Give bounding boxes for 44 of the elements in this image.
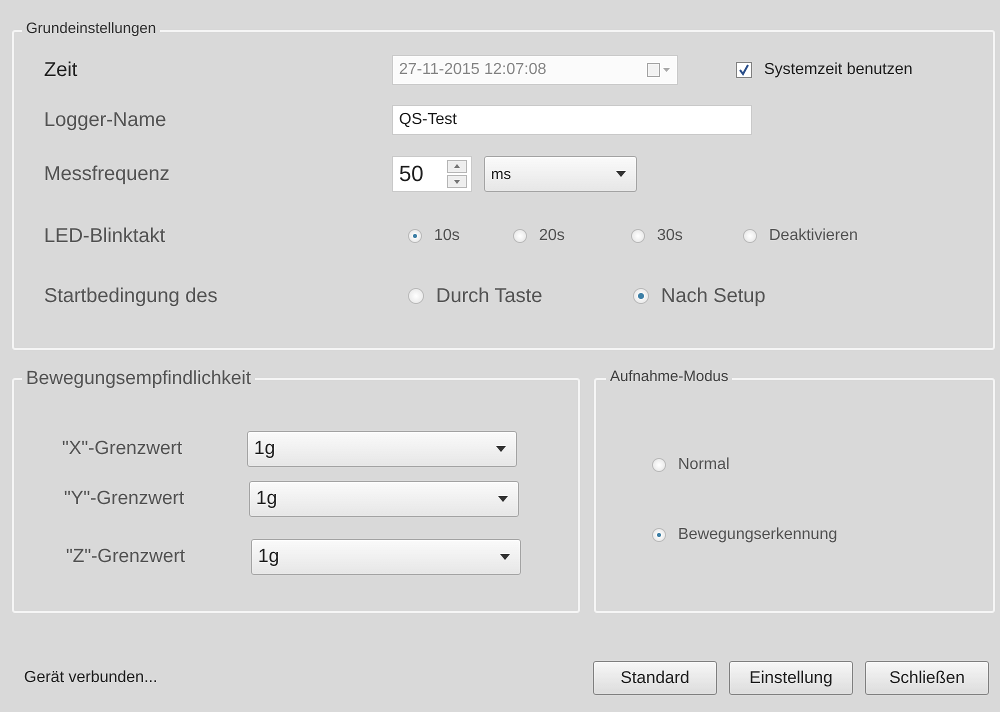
dialog-button[interactable]: Standard — [593, 661, 717, 695]
text-field[interactable]: QS-Test — [392, 105, 752, 135]
checkbox-label: Systemzeit benutzen — [764, 61, 913, 79]
radio-button[interactable] — [652, 458, 666, 472]
caret-icon — [500, 554, 510, 560]
radio-label: Bewegungserkennung — [678, 526, 838, 544]
group-title: Bewegungsempfindlichkeit — [22, 368, 255, 390]
dropdown[interactable]: 1g — [251, 539, 521, 575]
radio-button[interactable] — [743, 229, 757, 243]
caret-icon — [496, 446, 506, 452]
check-icon — [738, 64, 750, 76]
field-label: Zeit — [44, 58, 78, 82]
caret-icon — [498, 496, 508, 502]
calendar-icon — [647, 63, 671, 77]
field-label: "Y"-Grenzwert — [63, 488, 186, 510]
dropdown[interactable]: 1g — [247, 431, 517, 467]
status-text: Gerät verbunden... — [24, 669, 158, 687]
radio-label: Durch Taste — [436, 284, 542, 308]
radio-button[interactable] — [633, 288, 649, 304]
radio-label: Normal — [678, 456, 730, 474]
field-label: LED-Blinktakt — [44, 224, 166, 248]
radio-label: 20s — [539, 227, 565, 245]
dialog-button[interactable]: Schließen — [865, 661, 989, 695]
dropdown[interactable]: ms — [484, 156, 637, 192]
radio-button[interactable] — [513, 229, 527, 243]
radio-label: Nach Setup — [661, 284, 766, 308]
radio-button[interactable] — [408, 288, 424, 304]
checkbox[interactable] — [736, 62, 752, 78]
field-label: "X"-Grenzwert — [62, 438, 184, 460]
field-label: "Z"-Grenzwert — [65, 546, 186, 568]
radio-label: Deaktivieren — [769, 227, 858, 245]
radio-button[interactable] — [408, 229, 422, 243]
group-title: Grundeinstellungen — [22, 20, 160, 37]
field-label: Logger-Name — [44, 108, 168, 132]
radio-label: 10s — [434, 227, 460, 245]
dialog-button[interactable]: Einstellung — [729, 661, 853, 695]
caret-icon — [616, 171, 626, 177]
dropdown[interactable]: 1g — [249, 481, 519, 517]
field-label: Startbedingung des — [44, 284, 218, 308]
field-label: Messfrequenz — [44, 162, 171, 186]
radio-label: 30s — [657, 227, 683, 245]
radio-button[interactable] — [631, 229, 645, 243]
radio-button[interactable] — [652, 528, 666, 542]
number-field[interactable]: 50 — [392, 156, 472, 192]
